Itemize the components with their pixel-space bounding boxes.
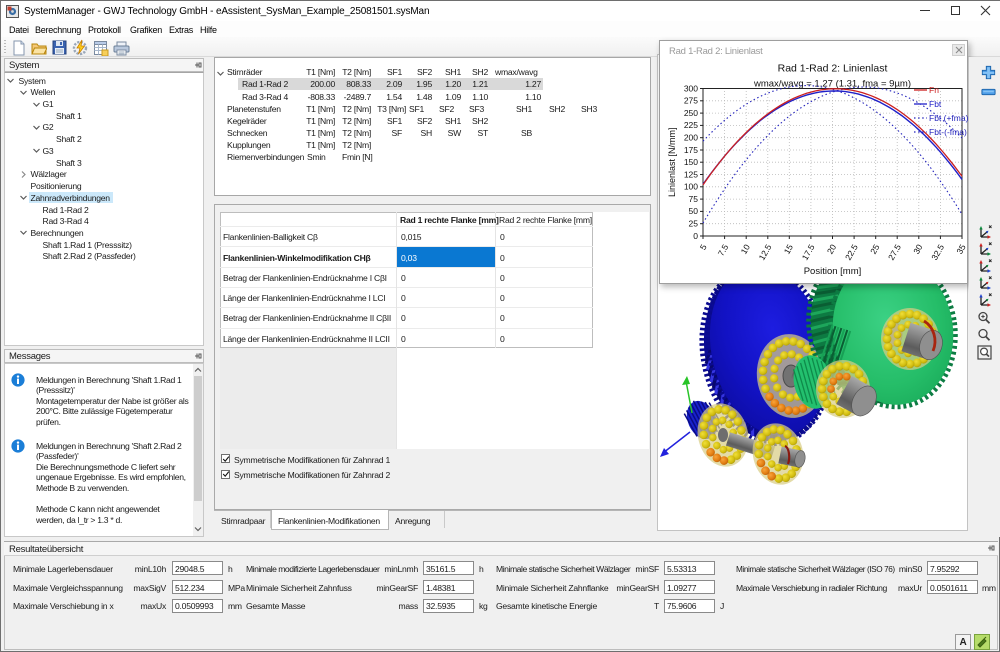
svg-text:75: 75 xyxy=(689,194,699,204)
svg-text:Linienlast [N/mm]: Linienlast [N/mm] xyxy=(667,127,677,197)
svg-text:Rad 1-Rad 2: Linienlast: Rad 1-Rad 2: Linienlast xyxy=(778,63,888,75)
svg-text:Fbt-(-fma): Fbt-(-fma) xyxy=(929,127,967,137)
svg-text:Fn: Fn xyxy=(929,85,939,95)
svg-text:22.5: 22.5 xyxy=(843,242,860,262)
svg-text:27.5: 27.5 xyxy=(886,242,903,262)
svg-text:30: 30 xyxy=(911,242,925,255)
svg-text:25: 25 xyxy=(689,219,699,229)
svg-text:12.5: 12.5 xyxy=(757,242,774,262)
svg-text:20: 20 xyxy=(825,242,839,255)
svg-text:50: 50 xyxy=(689,206,699,216)
svg-text:17.5: 17.5 xyxy=(800,242,817,262)
svg-text:300: 300 xyxy=(684,83,698,93)
svg-text:25: 25 xyxy=(868,242,882,255)
svg-text:32.5: 32.5 xyxy=(929,242,946,262)
svg-text:Position [mm]: Position [mm] xyxy=(804,266,862,277)
svg-text:Fbt (+fma): Fbt (+fma) xyxy=(929,113,968,123)
svg-text:Fbt: Fbt xyxy=(929,99,942,109)
svg-text:275: 275 xyxy=(684,96,698,106)
svg-text:100: 100 xyxy=(684,182,698,192)
svg-text:15: 15 xyxy=(782,242,796,255)
svg-text:5: 5 xyxy=(698,242,709,251)
svg-text:150: 150 xyxy=(684,157,698,167)
svg-text:7.5: 7.5 xyxy=(716,242,731,257)
svg-text:250: 250 xyxy=(684,108,698,118)
svg-text:10: 10 xyxy=(739,242,753,255)
svg-text:wmax/wavg = 1.27 (1.31, fma =: wmax/wavg = 1.27 (1.31, fma = 9µm) xyxy=(753,79,911,90)
svg-text:225: 225 xyxy=(684,120,698,130)
svg-text:0: 0 xyxy=(693,231,698,241)
svg-text:175: 175 xyxy=(684,145,698,155)
svg-text:200: 200 xyxy=(684,133,698,143)
svg-text:35: 35 xyxy=(954,242,968,255)
svg-text:125: 125 xyxy=(684,169,698,179)
